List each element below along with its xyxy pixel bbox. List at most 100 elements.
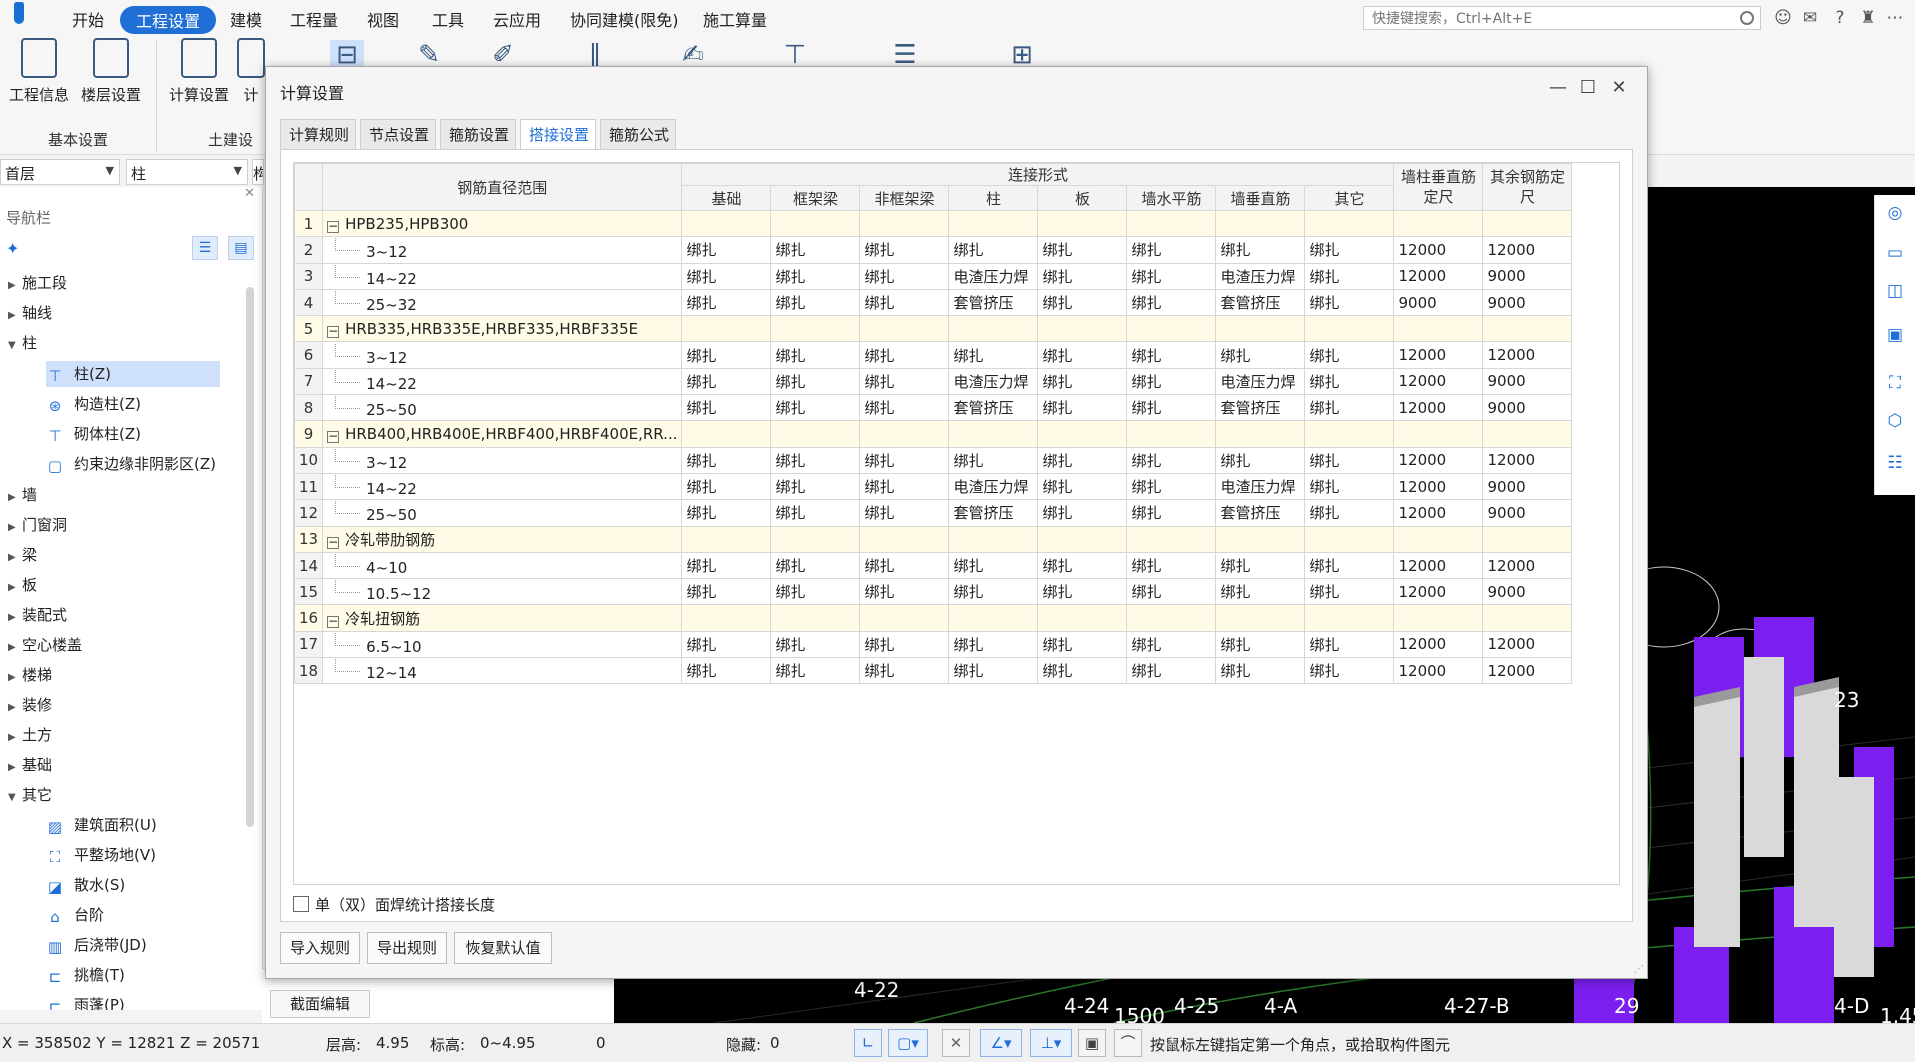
conn-cell[interactable]: [1215, 420, 1306, 448]
range-cell[interactable]: 25~50: [322, 394, 683, 422]
wall-length-cell[interactable]: 12000: [1393, 630, 1484, 659]
table-row[interactable]: 6 3~12 绑扎 绑扎 绑扎 绑扎 绑扎 绑扎 绑扎 绑扎 12000 12000: [294, 341, 1573, 369]
expand-icon[interactable]: ▶: [8, 485, 22, 511]
conn-cell[interactable]: 绑扎: [681, 578, 772, 606]
conn-cell[interactable]: 电渣压力焊: [1215, 472, 1306, 501]
conn-cell[interactable]: 绑扎: [948, 446, 1039, 474]
collapse-icon[interactable]: −: [327, 615, 340, 628]
list-view-icon[interactable]: ☰: [192, 236, 218, 260]
conn-cell[interactable]: [948, 315, 1039, 343]
conn-cell[interactable]: 绑扎: [859, 499, 950, 527]
table-group-row[interactable]: 9− HRB400,HRB400E,HRBF400,HRBF400E,RR...: [294, 420, 1573, 448]
ortho-icon[interactable]: ∟: [854, 1029, 882, 1057]
conn-cell[interactable]: 套管挤压: [948, 499, 1039, 527]
other-length-cell[interactable]: 12000: [1482, 551, 1573, 580]
wall-length-cell[interactable]: 12000: [1393, 446, 1484, 474]
tree-item-beam[interactable]: ▶ 梁: [0, 542, 37, 568]
expand-icon[interactable]: ▶: [8, 695, 22, 721]
other-length-cell[interactable]: [1482, 525, 1573, 553]
conn-cell[interactable]: 绑扎: [1037, 578, 1128, 606]
conn-cell[interactable]: 绑扎: [1037, 262, 1128, 290]
expand-icon[interactable]: ▶: [8, 605, 22, 631]
resize-grip-icon[interactable]: ⋰: [1634, 964, 1644, 975]
conn-cell[interactable]: 绑扎: [859, 288, 950, 317]
conn-cell[interactable]: 绑扎: [681, 367, 772, 396]
collapse-icon[interactable]: −: [327, 220, 340, 233]
tree-item-wall[interactable]: ▶ 墙: [0, 482, 37, 508]
conn-cell[interactable]: [681, 315, 772, 343]
menu-quantity[interactable]: 工程量: [290, 7, 338, 31]
conn-cell[interactable]: 绑扎: [770, 236, 861, 264]
conn-cell[interactable]: 绑扎: [1037, 499, 1128, 527]
import-rules-button[interactable]: 导入规则: [280, 932, 360, 964]
wall-length-cell[interactable]: [1393, 604, 1484, 632]
conn-cell[interactable]: 套管挤压: [948, 394, 1039, 422]
conn-cell[interactable]: 绑扎: [859, 551, 950, 580]
table-row[interactable]: 2 3~12 绑扎 绑扎 绑扎 绑扎 绑扎 绑扎 绑扎 绑扎 12000 12000: [294, 236, 1573, 264]
conn-cell[interactable]: [859, 315, 950, 343]
conn-cell[interactable]: 绑扎: [681, 262, 772, 290]
conn-cell[interactable]: [770, 315, 861, 343]
conn-cell[interactable]: [681, 209, 772, 238]
tree-item-foundation[interactable]: ▶ 基础: [0, 752, 52, 778]
dimension-icon[interactable]: ⊥▾: [1030, 1029, 1072, 1057]
conn-cell[interactable]: 绑扎: [1304, 341, 1395, 369]
conn-cell[interactable]: 电渣压力焊: [1215, 262, 1306, 290]
table-row[interactable]: 7 14~22 绑扎 绑扎 绑扎 电渣压力焊 绑扎 绑扎 电渣压力焊 绑扎 12000 9000: [294, 367, 1573, 396]
other-length-cell[interactable]: 9000: [1482, 499, 1573, 527]
other-length-cell[interactable]: 12000: [1482, 630, 1573, 659]
conn-cell[interactable]: 绑扎: [859, 446, 950, 474]
other-length-cell[interactable]: [1482, 209, 1573, 238]
table-group-row[interactable]: 13− 冷轧带肋钢筋: [294, 525, 1573, 553]
conn-cell[interactable]: 电渣压力焊: [948, 472, 1039, 501]
conn-cell[interactable]: 绑扎: [770, 551, 861, 580]
conn-cell[interactable]: [770, 525, 861, 553]
wall-length-cell[interactable]: 12000: [1393, 499, 1484, 527]
conn-cell[interactable]: 绑扎: [770, 288, 861, 317]
tree-child-boundary-zone[interactable]: ▢ 约束边缘非阴影区(Z): [46, 451, 216, 477]
conn-cell[interactable]: [859, 209, 950, 238]
conn-cell[interactable]: 绑扎: [1304, 236, 1395, 264]
conn-cell[interactable]: [859, 420, 950, 448]
conn-cell[interactable]: 绑扎: [1037, 288, 1128, 317]
other-length-cell[interactable]: 12000: [1482, 341, 1573, 369]
arc-icon[interactable]: ⌒: [1114, 1029, 1142, 1057]
conn-cell[interactable]: [1037, 525, 1128, 553]
conn-cell[interactable]: 套管挤压: [1215, 394, 1306, 422]
conn-cell[interactable]: [1037, 420, 1128, 448]
conn-cell[interactable]: 绑扎: [1304, 657, 1395, 685]
range-cell[interactable]: 6.5~10: [322, 630, 683, 659]
conn-cell[interactable]: 绑扎: [1126, 341, 1217, 369]
conn-cell[interactable]: [681, 604, 772, 632]
2d-view-icon[interactable]: ▭: [1883, 243, 1907, 265]
tree-child-constructional-column[interactable]: ⊛ 构造柱(Z): [46, 391, 141, 417]
calc-settings-button[interactable]: 计算设置: [166, 36, 232, 105]
conn-cell[interactable]: 绑扎: [770, 446, 861, 474]
expand-icon[interactable]: ▶: [8, 273, 22, 299]
conn-cell[interactable]: 绑扎: [1215, 341, 1306, 369]
conn-cell[interactable]: 绑扎: [1304, 446, 1395, 474]
component-select[interactable]: 柱 ▼: [126, 159, 248, 185]
conn-cell[interactable]: 绑扎: [1037, 472, 1128, 501]
conn-cell[interactable]: 绑扎: [770, 367, 861, 396]
shortcut-search[interactable]: [1363, 6, 1761, 30]
conn-cell[interactable]: 绑扎: [948, 657, 1039, 685]
tree-item-decoration[interactable]: ▶ 装修: [0, 692, 52, 718]
tree-child-masonry-column[interactable]: ⊤ 砌体柱(Z): [46, 421, 141, 447]
conn-cell[interactable]: 绑扎: [948, 630, 1039, 659]
conn-cell[interactable]: 绑扎: [1304, 551, 1395, 580]
conn-cell[interactable]: 绑扎: [859, 367, 950, 396]
other-length-cell[interactable]: [1482, 420, 1573, 448]
conn-cell[interactable]: [1215, 315, 1306, 343]
conn-cell[interactable]: [1126, 315, 1217, 343]
range-cell[interactable]: 12~14: [322, 657, 683, 685]
conn-cell[interactable]: 绑扎: [770, 499, 861, 527]
menu-collab[interactable]: 协同建模(限免): [570, 7, 679, 31]
close-icon[interactable]: ✕: [1604, 75, 1634, 101]
tree-child-building-area[interactable]: ▨ 建筑面积(U): [46, 812, 157, 838]
range-cell[interactable]: 25~50: [322, 499, 683, 527]
conn-cell[interactable]: 绑扎: [1304, 262, 1395, 290]
conn-cell[interactable]: 电渣压力焊: [948, 367, 1039, 396]
conn-cell[interactable]: 绑扎: [681, 341, 772, 369]
conn-cell[interactable]: 绑扎: [859, 236, 950, 264]
